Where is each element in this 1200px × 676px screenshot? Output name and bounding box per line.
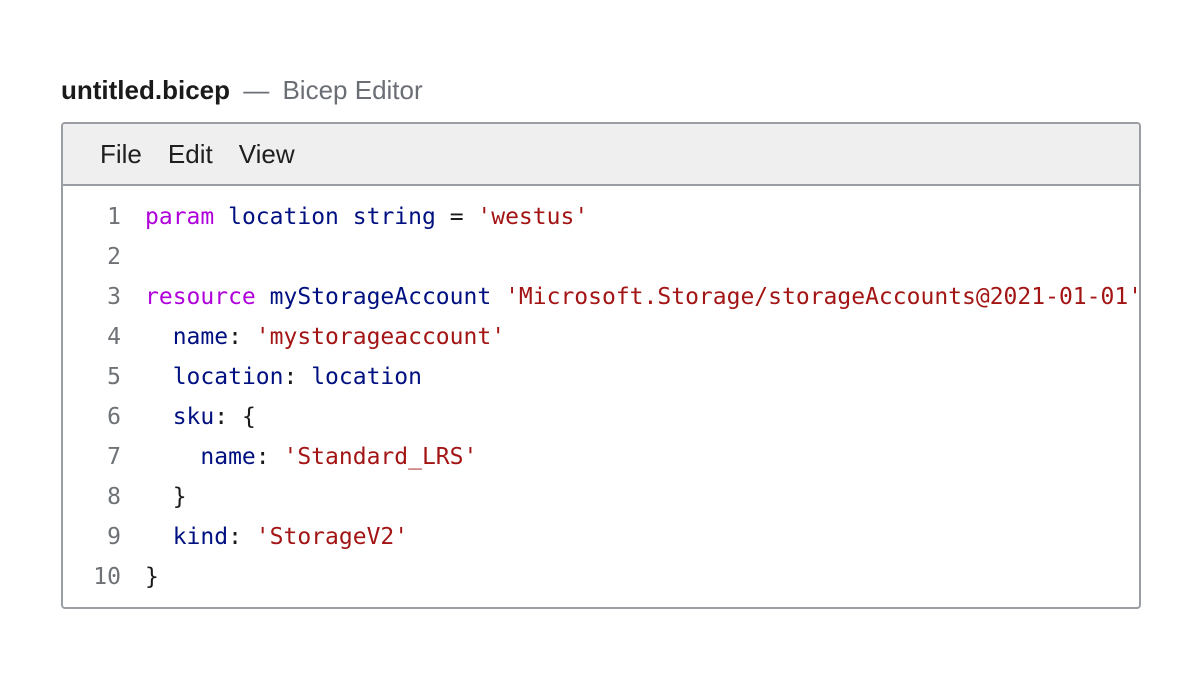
- line-number: 9: [107, 524, 121, 550]
- code-token: 'westus': [477, 204, 589, 230]
- line-text: location: location: [121, 357, 422, 397]
- line-text: name: 'Standard_LRS': [121, 437, 477, 477]
- line-text: name: 'mystorageaccount': [121, 317, 505, 357]
- code-token: name: [172, 324, 229, 350]
- code-token: 'Standard_LRS': [283, 444, 478, 470]
- code-token: 'Microsoft.Storage/storageAccounts@2021-…: [505, 284, 1139, 310]
- line-text: resource myStorageAccount 'Microsoft.Sto…: [121, 277, 1139, 317]
- code-line[interactable]: 4 name: 'mystorageaccount': [63, 317, 1139, 357]
- code-token: : {: [214, 404, 256, 430]
- code-token: param: [145, 204, 215, 230]
- code-token: :: [228, 324, 256, 350]
- line-text: }: [121, 557, 159, 597]
- line-number: 4: [107, 324, 121, 350]
- line-number: 1: [107, 204, 121, 230]
- code-token: name: [200, 444, 256, 470]
- code-token: }: [145, 564, 159, 590]
- line-number: 3: [107, 284, 121, 310]
- file-name: untitled.bicep: [61, 75, 230, 105]
- code-token: location: [228, 204, 339, 230]
- code-line[interactable]: 8 }: [63, 477, 1139, 517]
- code-line[interactable]: 3 resource myStorageAccount 'Microsoft.St…: [63, 277, 1139, 317]
- code-token: 'mystorageaccount': [255, 324, 506, 350]
- code-token: sku: [172, 404, 215, 430]
- code-token: resource: [145, 284, 256, 310]
- menu-view[interactable]: View: [226, 133, 308, 175]
- title-separator: —: [243, 75, 270, 105]
- line-number: 6: [107, 404, 121, 430]
- code-line[interactable]: 1 param location string = 'westus': [63, 197, 1139, 237]
- code-token: myStorageAccount: [269, 284, 492, 310]
- code-line[interactable]: 6 sku: {: [63, 397, 1139, 437]
- code-line[interactable]: 2: [63, 237, 1139, 277]
- line-number: 7: [107, 444, 121, 470]
- editor-window: File Edit View 1 param location string = …: [61, 122, 1141, 609]
- code-token: :: [255, 444, 284, 470]
- line-number: 8: [107, 484, 121, 510]
- code-token: location: [172, 364, 284, 390]
- code-line[interactable]: 5 location: location: [63, 357, 1139, 397]
- line-number: 10: [93, 564, 121, 590]
- line-text: [121, 237, 145, 277]
- code-token: :: [283, 364, 312, 390]
- line-text: sku: {: [121, 397, 256, 437]
- line-number: 5: [107, 364, 121, 390]
- code-token: string: [352, 204, 436, 230]
- line-number: 2: [107, 244, 121, 270]
- window-title: untitled.bicep — Bicep Editor: [61, 72, 423, 108]
- code-token: }: [145, 484, 187, 510]
- code-token: =: [435, 204, 478, 230]
- menu-edit[interactable]: Edit: [155, 133, 226, 175]
- code-token: 'StorageV2': [255, 524, 409, 550]
- code-token: kind: [172, 524, 229, 550]
- line-text: kind: 'StorageV2': [121, 517, 408, 557]
- code-token: location: [311, 364, 422, 390]
- line-text: }: [121, 477, 187, 517]
- menu-bar: File Edit View: [63, 124, 1139, 186]
- app-name: Bicep Editor: [282, 75, 423, 105]
- code-line[interactable]: 9 kind: 'StorageV2': [63, 517, 1139, 557]
- code-token: :: [228, 524, 256, 550]
- code-line[interactable]: 10}: [63, 557, 1139, 597]
- menu-file[interactable]: File: [87, 133, 155, 175]
- code-editor[interactable]: 1 param location string = 'westus' 2 3 resou…: [63, 186, 1139, 597]
- line-text: param location string = 'westus': [121, 197, 588, 237]
- code-line[interactable]: 7 name: 'Standard_LRS': [63, 437, 1139, 477]
